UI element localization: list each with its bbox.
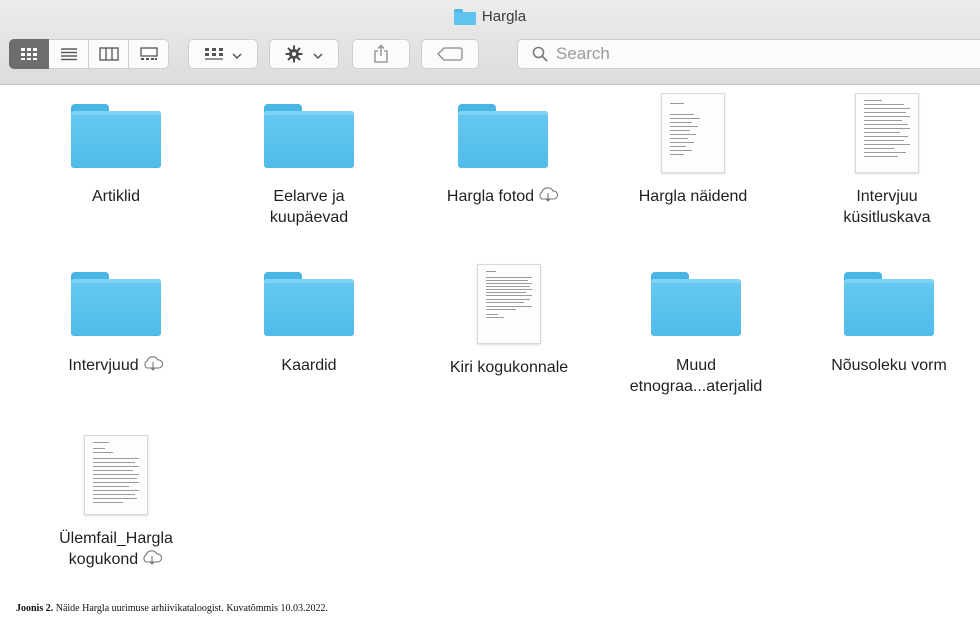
- file-label: Hargla fotod: [418, 186, 588, 208]
- window-title: Hargla: [0, 8, 980, 25]
- gallery-view-button[interactable]: [129, 39, 169, 69]
- file-label: Kiri kogukonnale: [449, 359, 569, 376]
- file-item[interactable]: Muud etnograa...aterjalid: [611, 272, 781, 397]
- column-view-button[interactable]: [89, 39, 129, 69]
- file-item[interactable]: Nõusoleku vorm: [804, 272, 974, 376]
- share-icon: [374, 44, 388, 63]
- file-label: Intervjuud: [31, 355, 201, 377]
- icon-view-icon: [21, 48, 37, 60]
- icon-view-button[interactable]: [9, 39, 49, 69]
- list-view-icon: [60, 48, 77, 61]
- gallery-view-icon: [139, 47, 158, 60]
- tag-icon: [437, 47, 463, 61]
- folder-icon: [844, 272, 934, 336]
- folder-icon: [71, 272, 161, 336]
- share-button[interactable]: [352, 39, 410, 69]
- tags-button[interactable]: [421, 39, 479, 69]
- file-item[interactable]: Hargla näidend: [608, 93, 778, 207]
- file-label: Ülemfail_Hargla kogukond: [31, 528, 201, 571]
- column-view-icon: [98, 47, 119, 61]
- file-item[interactable]: Kiri kogukonnale: [424, 264, 594, 378]
- file-item[interactable]: Hargla fotod: [418, 102, 588, 208]
- file-label: Kaardid: [281, 357, 337, 374]
- caption-label: Joonis 2.: [16, 603, 54, 614]
- file-label: Hargla näidend: [638, 188, 748, 205]
- search-field[interactable]: Search: [517, 39, 980, 69]
- document-thumbnail: [661, 93, 725, 173]
- icloud-download-icon: [537, 186, 559, 208]
- group-by-icon: [205, 48, 223, 60]
- file-item[interactable]: Artiklid: [31, 102, 201, 207]
- action-button[interactable]: [269, 39, 339, 69]
- document-thumbnail: [477, 264, 541, 344]
- caption-text: Näide Hargla uurimuse arhiivikataloogist…: [53, 603, 329, 614]
- folder-icon: [458, 104, 548, 168]
- file-label: Eelarve ja kuupäevad: [269, 188, 349, 226]
- file-item[interactable]: Intervjuud: [31, 272, 201, 377]
- file-label: Nõusoleku vorm: [831, 357, 947, 374]
- icloud-download-icon: [142, 355, 164, 377]
- search-icon: [532, 46, 548, 62]
- icloud-download-icon: [141, 549, 163, 571]
- group-by-button[interactable]: [188, 39, 258, 69]
- folder-icon: [651, 272, 741, 336]
- file-item[interactable]: Eelarve ja kuupäevad: [224, 102, 394, 228]
- chevron-down-icon: [232, 46, 242, 62]
- title-bar: Hargla Search: [0, 0, 980, 85]
- folder-icon: [264, 272, 354, 336]
- document-thumbnail: [855, 93, 919, 173]
- file-label: Intervjuu küsitluskava: [843, 188, 931, 226]
- figure-caption: Joonis 2. Näide Hargla uurimuse arhiivik…: [16, 603, 328, 614]
- chevron-down-icon: [313, 46, 323, 62]
- finder-window: Hargla Search Artiklid Eelarve ja kuupäe…: [0, 0, 980, 590]
- file-item[interactable]: Ülemfail_Hargla kogukond: [31, 435, 201, 571]
- folder-icon: [264, 104, 354, 168]
- document-thumbnail: [84, 435, 148, 515]
- file-label: Artiklid: [91, 188, 140, 205]
- folder-icon: [71, 104, 161, 168]
- view-mode-segment: [9, 39, 169, 69]
- search-placeholder: Search: [556, 44, 610, 63]
- gear-icon: [285, 45, 303, 63]
- list-view-button[interactable]: [49, 39, 89, 69]
- file-grid: Artiklid Eelarve ja kuupäevad Hargla fot…: [0, 85, 980, 590]
- file-item[interactable]: Intervjuu küsitluskava: [802, 93, 972, 228]
- toolbar: Search: [0, 39, 980, 71]
- folder-icon: [453, 8, 476, 25]
- window-title-text: Hargla: [481, 8, 527, 25]
- file-item[interactable]: Kaardid: [224, 272, 394, 376]
- file-label: Muud etnograa...aterjalid: [629, 357, 763, 395]
